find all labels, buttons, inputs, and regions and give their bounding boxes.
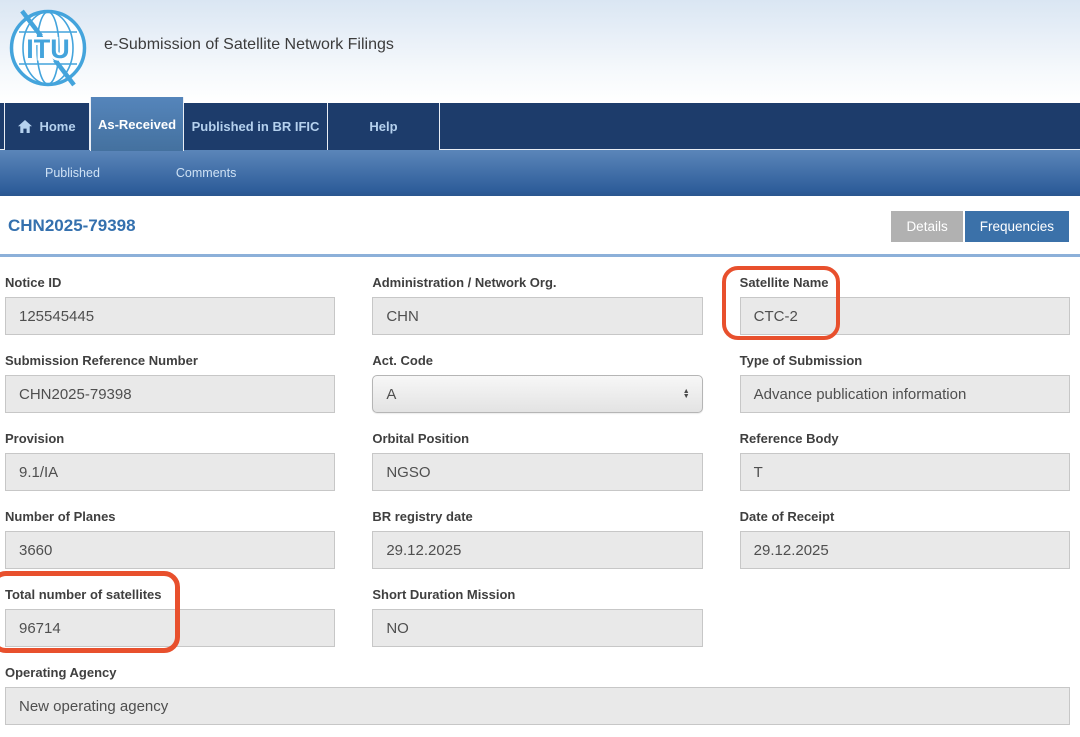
tab-label: Help [369, 119, 397, 134]
field-label: Short Duration Mission [372, 587, 702, 602]
field-label: BR registry date [372, 509, 702, 524]
field-label: Operating Agency [5, 665, 1070, 680]
tab-label: Home [39, 119, 75, 134]
field-value: T [754, 464, 763, 481]
field-value: 96714 [19, 620, 61, 637]
orbital-position-field: Orbital Position NGSO [372, 431, 702, 491]
field-label: Date of Receipt [740, 509, 1070, 524]
subnav-item-published[interactable]: Published [45, 166, 100, 180]
tab-label: As-Received [98, 117, 176, 132]
br-registry-date-field: BR registry date 29.12.2025 [372, 509, 702, 569]
satellite-name-input: CTC-2 [740, 297, 1070, 335]
field-label: Submission Reference Number [5, 353, 335, 368]
header-banner: ITU e-Submission of Satellite Network Fi… [0, 0, 1080, 103]
home-icon [18, 120, 32, 133]
act-code-select[interactable]: A ▲▼ [372, 375, 702, 413]
orbital-position-input: NGSO [372, 453, 702, 491]
svg-text:ITU: ITU [26, 34, 70, 64]
field-value: 3660 [19, 542, 52, 559]
field-value: 9.1/IA [19, 464, 58, 481]
field-value: NGSO [386, 464, 430, 481]
total-satellites-input: 96714 [5, 609, 335, 647]
field-value: New operating agency [19, 698, 168, 715]
field-value: 29.12.2025 [754, 542, 829, 559]
main-nav: Home As-Received Published in BR IFIC He… [0, 103, 1080, 150]
app-title: e-Submission of Satellite Network Filing… [104, 36, 394, 54]
type-of-submission-input: Advance publication information [740, 375, 1070, 413]
tab-help[interactable]: Help [328, 103, 440, 150]
tab-published-in-br-ific[interactable]: Published in BR IFIC [184, 103, 328, 150]
tab-home[interactable]: Home [4, 103, 90, 150]
submission-reference-field: Submission Reference Number CHN2025-7939… [5, 353, 335, 413]
select-stepper-icon: ▲▼ [683, 389, 690, 400]
sub-nav: Published Comments [0, 150, 1080, 196]
tab-label: Published in BR IFIC [192, 119, 320, 134]
field-value: A [386, 386, 396, 403]
field-value: CTC-2 [754, 308, 798, 325]
field-label: Orbital Position [372, 431, 702, 446]
page-title: CHN2025-79398 [8, 216, 136, 254]
provision-field: Provision 9.1/IA [5, 431, 335, 491]
field-label: Provision [5, 431, 335, 446]
subnav-item-comments[interactable]: Comments [176, 166, 236, 180]
type-of-submission-field: Type of Submission Advance publication i… [740, 353, 1070, 413]
submission-reference-input: CHN2025-79398 [5, 375, 335, 413]
number-of-planes-field: Number of Planes 3660 [5, 509, 335, 569]
tab-as-received[interactable]: As-Received [90, 97, 184, 151]
field-label: Satellite Name [740, 275, 1070, 290]
act-code-field: Act. Code A ▲▼ [372, 353, 702, 413]
operating-agency-input: New operating agency [5, 687, 1070, 725]
page-root: ITU e-Submission of Satellite Network Fi… [0, 0, 1080, 737]
view-switch-buttons: Details Frequencies [891, 211, 1069, 242]
field-label: Notice ID [5, 275, 335, 290]
administration-field: Administration / Network Org. CHN [372, 275, 702, 335]
satellite-name-field: Satellite Name CTC-2 [740, 275, 1070, 335]
br-registry-date-input: 29.12.2025 [372, 531, 702, 569]
administration-input: CHN [372, 297, 702, 335]
frequencies-button[interactable]: Frequencies [965, 211, 1069, 242]
date-of-receipt-field: Date of Receipt 29.12.2025 [740, 509, 1070, 569]
details-button[interactable]: Details [891, 211, 962, 242]
reference-body-input: T [740, 453, 1070, 491]
field-value: CHN [386, 308, 419, 325]
field-value: NO [386, 620, 409, 637]
notice-form: Notice ID 125545445 Administration / Net… [0, 257, 1080, 725]
itu-logo: ITU [8, 8, 88, 88]
provision-input: 9.1/IA [5, 453, 335, 491]
field-value: 29.12.2025 [386, 542, 461, 559]
operating-agency-field: Operating Agency New operating agency [5, 665, 1070, 725]
short-duration-mission-input: NO [372, 609, 702, 647]
page-header: CHN2025-79398 Details Frequencies [0, 196, 1080, 257]
field-label: Reference Body [740, 431, 1070, 446]
field-label: Type of Submission [740, 353, 1070, 368]
field-value: 125545445 [19, 308, 94, 325]
number-of-planes-input: 3660 [5, 531, 335, 569]
content-area: CHN2025-79398 Details Frequencies Notice… [0, 196, 1080, 725]
field-label: Number of Planes [5, 509, 335, 524]
date-of-receipt-input: 29.12.2025 [740, 531, 1070, 569]
total-satellites-field: Total number of satellites 96714 [5, 587, 335, 647]
short-duration-mission-field: Short Duration Mission NO [372, 587, 702, 647]
field-value: CHN2025-79398 [19, 386, 132, 403]
reference-body-field: Reference Body T [740, 431, 1070, 491]
empty-grid-cell [740, 587, 1070, 647]
notice-id-field: Notice ID 125545445 [5, 275, 335, 335]
field-label: Administration / Network Org. [372, 275, 702, 290]
field-label: Total number of satellites [5, 587, 335, 602]
field-value: Advance publication information [754, 386, 967, 403]
field-label: Act. Code [372, 353, 702, 368]
notice-id-input: 125545445 [5, 297, 335, 335]
